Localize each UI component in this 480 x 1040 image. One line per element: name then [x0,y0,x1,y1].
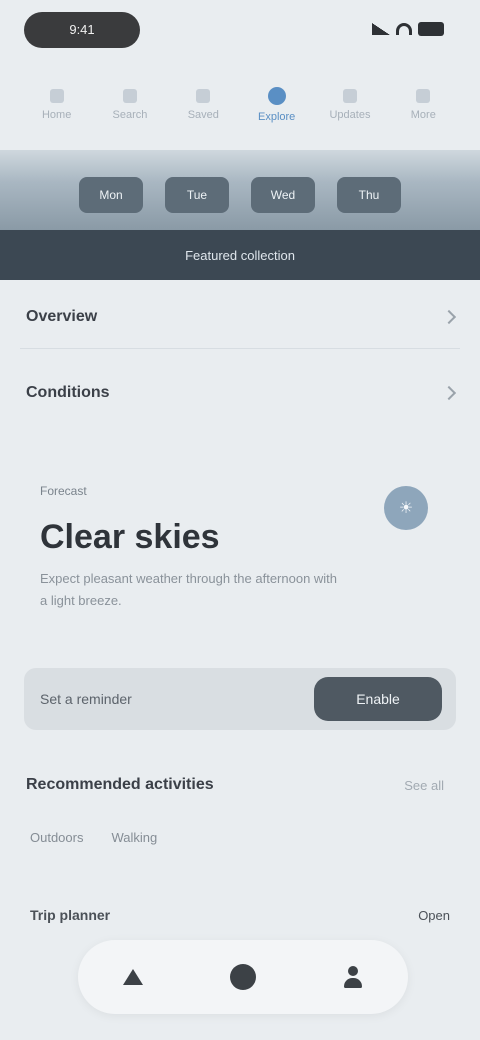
day-chip[interactable]: Tue [165,177,229,213]
wifi-icon [396,23,412,35]
tab-label: Search [112,109,148,121]
tab-label: Explore [257,111,296,123]
reminder-bar: Set a reminder Enable [24,668,456,730]
forecast-card: Forecast Clear skies Expect pleasant wea… [24,462,456,652]
planner-row[interactable]: Trip planner Open [0,890,480,940]
row-title: Overview [26,308,98,325]
tab-search[interactable]: Search [100,89,160,121]
status-time: 9:41 [69,22,95,37]
enable-button[interactable]: Enable [314,677,442,721]
tab-label: Home [41,109,72,121]
battery-icon [418,22,444,36]
row-title: Conditions [26,384,110,401]
status-icons [372,22,444,36]
tag-item[interactable]: Walking [111,830,157,845]
profile-icon [342,966,364,988]
divider [20,348,460,349]
tag-item[interactable]: Outdoors [30,830,83,845]
banner-text: Featured collection [185,247,295,263]
search-icon [122,89,137,103]
card-headline: Clear skies [40,518,220,556]
weather-icon: ☀ [384,486,428,530]
bottom-nav [78,940,408,1014]
home-icon [49,89,64,103]
nav-profile[interactable] [323,952,383,1002]
tab-home[interactable]: Home [27,89,87,121]
tab-label: More [410,109,436,121]
signal-icon [372,23,390,35]
overview-row[interactable]: Overview [0,286,480,348]
compass-icon [267,87,286,105]
more-icon [416,89,431,103]
tab-saved[interactable]: Saved [173,89,233,121]
nav-home[interactable] [213,952,273,1002]
navigate-icon [123,969,143,985]
see-all-link[interactable]: See all [404,778,444,793]
banner-bar[interactable]: Featured collection [0,230,480,280]
day-chip[interactable]: Wed [251,177,315,213]
chevron-right-icon [441,309,457,325]
status-bar: 9:41 [0,0,480,64]
hero-band: Mon Tue Wed Thu [0,150,480,230]
reminder-label: Set a reminder [40,691,132,707]
card-description: Expect pleasant weather through the afte… [40,571,338,608]
section-title: Recommended activities [26,776,214,793]
day-chip[interactable]: Mon [79,177,143,213]
time-pill: 9:41 [24,12,140,48]
bell-icon [342,89,357,103]
card-kicker: Forecast [40,484,87,498]
tab-more[interactable]: More [393,89,453,121]
day-chip[interactable]: Thu [337,177,401,213]
planner-open-link[interactable]: Open [418,908,450,923]
chevron-right-icon [441,385,457,401]
home-circle-icon [230,964,256,990]
nav-navigate[interactable] [103,952,163,1002]
top-tab-bar: Home Search Saved Explore Updates More [0,70,480,140]
tag-list: Outdoors Walking [30,830,157,845]
planner-title: Trip planner [30,907,111,923]
tab-explore[interactable]: Explore [247,87,307,123]
tab-updates[interactable]: Updates [320,89,380,121]
tab-label: Saved [187,109,219,121]
tab-label: Updates [329,109,371,121]
conditions-row[interactable]: Conditions [0,362,480,424]
bookmark-icon [196,89,211,103]
